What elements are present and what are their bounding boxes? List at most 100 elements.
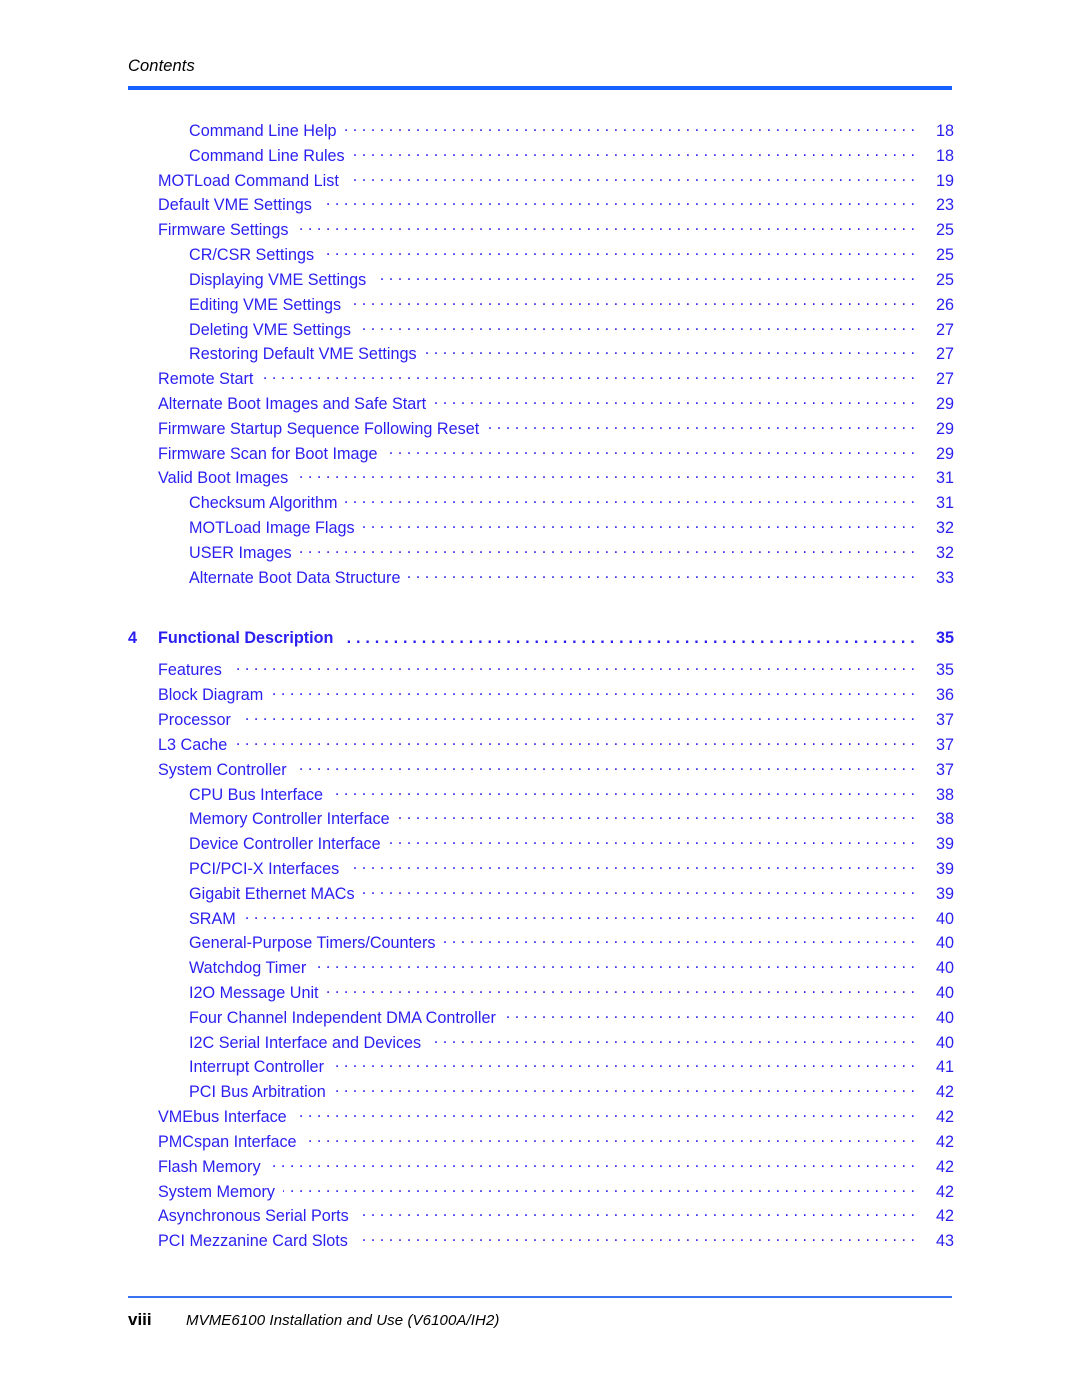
toc-entry-row[interactable]: Remote Start 27 <box>128 368 954 393</box>
toc-entry-label: Firmware Settings <box>158 221 289 240</box>
toc-entry-row[interactable]: General-Purpose Timers/Counters 40 <box>128 932 954 957</box>
toc-entry-row[interactable]: Asynchronous Serial Ports 42 <box>128 1205 954 1230</box>
toc-entry-row[interactable]: Deleting VME Settings 27 <box>128 319 954 344</box>
toc-dot-leader <box>386 443 915 459</box>
toc-entry-row[interactable]: MOTLoad Image Flags 32 <box>128 517 954 542</box>
toc-entry-row[interactable]: Block Diagram 36 <box>128 684 954 709</box>
toc-entry-row[interactable]: L3 Cache 37 <box>128 734 954 759</box>
toc-entry-row[interactable]: MOTLoad Command List 19 <box>128 170 954 195</box>
toc-page-number: 42 <box>935 1108 954 1127</box>
toc-dot-leader <box>356 1230 915 1246</box>
toc-entry-label: Alternate Boot Data Structure <box>189 568 401 587</box>
toc-page-number: 37 <box>935 760 954 779</box>
toc-entry-row[interactable]: Valid Boot Images 31 <box>128 467 954 492</box>
toc-entry-row[interactable]: Firmware Startup Sequence Following Rese… <box>128 418 954 443</box>
toc-entry-row[interactable]: Processor 37 <box>128 709 954 734</box>
toc-entry-label: Displaying VME Settings <box>189 270 367 289</box>
toc-entry-row[interactable]: PCI/PCI-X Interfaces 39 <box>128 858 954 883</box>
toc-entry-row[interactable]: Checksum Algorithm 31 <box>128 492 954 517</box>
toc-page-number: 39 <box>935 884 954 903</box>
toc-entry-row[interactable]: Alternate Boot Data Structure 33 <box>128 567 954 592</box>
toc-dot-leader <box>434 393 915 409</box>
toc-entry-row[interactable]: I2C Serial Interface and Devices 40 <box>128 1032 954 1057</box>
toc-page-number: 32 <box>935 543 954 562</box>
toc-entry-row[interactable]: Four Channel Independent DMA Controller 4… <box>128 1007 954 1032</box>
toc-entry-row[interactable]: System Memory 42 <box>128 1181 954 1206</box>
toc-dot-leader <box>444 932 915 948</box>
toc-entry-row[interactable]: Command Line Rules 18 <box>128 145 954 170</box>
toc-entry-row[interactable]: Device Controller Interface 39 <box>128 833 954 858</box>
toc-entry-label: Four Channel Independent DMA Controller <box>189 1008 496 1027</box>
toc-page-number: 39 <box>935 859 954 878</box>
toc-entry-row[interactable]: CR/CSR Settings 25 <box>128 244 954 269</box>
toc-dot-leader <box>363 883 915 899</box>
toc-entry-row[interactable]: PMCspan Interface 42 <box>128 1131 954 1156</box>
toc-entry-label: I2O Message Unit <box>189 984 319 1002</box>
toc-page-number: 40 <box>935 909 954 928</box>
toc-dot-leader <box>345 492 915 508</box>
toc-dot-leader <box>320 194 915 210</box>
toc-entry-row[interactable]: Command Line Help 18 <box>128 120 954 145</box>
toc-entry-row[interactable]: Flash Memory 42 <box>128 1156 954 1181</box>
toc-page-number: 40 <box>935 959 954 978</box>
toc-entry-label: PCI Bus Arbitration <box>189 1083 326 1102</box>
toc-entry-row[interactable]: VMEbus Interface 42 <box>128 1106 954 1131</box>
toc-entry-label: Command Line Rules <box>189 146 345 165</box>
toc-dot-leader <box>374 269 915 285</box>
toc-entry-row[interactable]: CPU Bus Interface 38 <box>128 784 954 809</box>
footer-rule-divider <box>128 1296 952 1298</box>
toc-entry-row[interactable]: SRAM 40 <box>128 908 954 933</box>
toc-entry-row[interactable]: Interrupt Controller 41 <box>128 1056 954 1081</box>
toc-entry-label: PCI Mezzanine Card Slots <box>158 1232 348 1251</box>
toc-entry-label: I2C Serial Interface and Devices <box>189 1033 422 1052</box>
toc-page-number: 29 <box>935 394 954 413</box>
toc-entry-row[interactable]: PCI Mezzanine Card Slots 43 <box>128 1230 954 1255</box>
document-page: Contents Command Line Help18Command Line… <box>0 0 1080 1397</box>
toc-entry-row[interactable]: Features 35 <box>128 659 954 684</box>
toc-entry-row[interactable]: I2O Message Unit 40 <box>128 982 954 1007</box>
toc-entry-label: Checksum Algorithm <box>189 494 338 513</box>
toc-page-number: 27 <box>935 370 954 389</box>
toc-dot-leader <box>283 1181 915 1197</box>
toc-chapter-row[interactable]: 4 Functional Description 35 <box>128 610 954 648</box>
toc-entry-row[interactable]: Restoring Default VME Settings 27 <box>128 343 954 368</box>
toc-page-number: 41 <box>935 1058 954 1077</box>
toc-entry-label: Watchdog Timer <box>189 959 307 978</box>
toc-page-number: 37 <box>935 735 954 754</box>
toc-dot-leader <box>359 319 915 335</box>
toc-dot-leader <box>322 244 915 260</box>
toc-entry-row[interactable]: USER Images 32 <box>128 542 954 567</box>
toc-page-number: 29 <box>935 444 954 463</box>
toc-page-number: 27 <box>935 345 954 364</box>
toc-entry-row[interactable]: Editing VME Settings 26 <box>128 294 954 319</box>
toc-dot-leader <box>295 1106 915 1122</box>
toc-dot-leader <box>327 982 915 998</box>
toc-entry-row[interactable]: Firmware Settings 25 <box>128 219 954 244</box>
toc-entry-label: PCI/PCI-X Interfaces <box>189 859 340 878</box>
toc-page-number: 36 <box>935 686 954 705</box>
toc-entry-row[interactable]: PCI Bus Arbitration 42 <box>128 1081 954 1106</box>
toc-entry-row[interactable]: Firmware Scan for Boot Image 29 <box>128 443 954 468</box>
toc-entry-label: Block Diagram <box>158 686 264 705</box>
toc-entry-row[interactable]: Watchdog Timer 40 <box>128 957 954 982</box>
toc-entry-label: PMCspan Interface <box>158 1132 297 1151</box>
toc-entry-label: CPU Bus Interface <box>189 785 324 804</box>
toc-entry-row[interactable]: Memory Controller Interface 38 <box>128 808 954 833</box>
toc-entry-label: Remote Start <box>158 370 254 389</box>
toc-dot-leader <box>357 1205 915 1221</box>
header-rule-divider <box>128 86 952 90</box>
toc-entry-label: CR/CSR Settings <box>189 246 315 265</box>
toc-entry-row[interactable]: Displaying VME Settings 25 <box>128 269 954 294</box>
toc-entry-row[interactable]: Alternate Boot Images and Safe Start 29 <box>128 393 954 418</box>
toc-page-number: 25 <box>935 270 954 289</box>
toc-entry-row[interactable]: Default VME Settings 23 <box>128 194 954 219</box>
toc-dot-leader <box>487 418 915 434</box>
toc-entry-row[interactable]: Gigabit Ethernet MACs 39 <box>128 883 954 908</box>
toc-page-number: 32 <box>935 519 954 537</box>
toc-entry-row[interactable]: System Controller 37 <box>128 759 954 784</box>
toc-entry-label: Interrupt Controller <box>189 1058 324 1077</box>
toc-entry-label: Device Controller Interface <box>189 835 381 854</box>
toc-page-number: 18 <box>935 122 954 140</box>
toc-dot-leader <box>389 833 915 849</box>
toc-dot-leader <box>235 734 915 750</box>
